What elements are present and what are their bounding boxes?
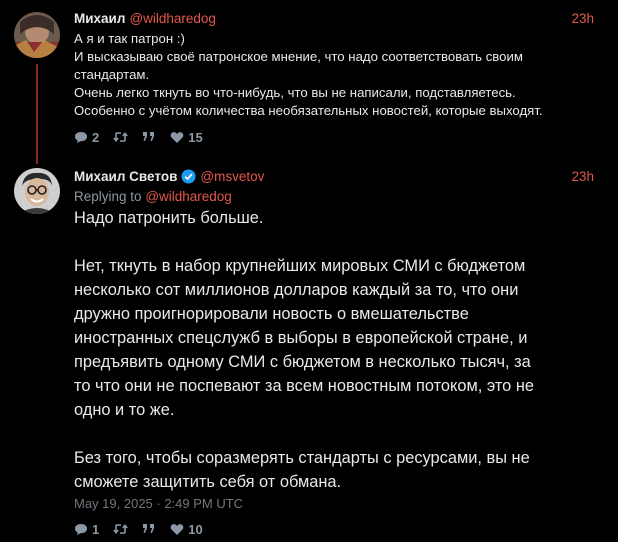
tweet-header: Михаил @wildharedog 23h bbox=[74, 10, 594, 28]
quote-button[interactable] bbox=[142, 131, 156, 143]
text-line: Нет, ткнуть в набор крупнейших мировых С… bbox=[74, 257, 526, 275]
retweet-icon bbox=[113, 132, 129, 142]
text-line: дружно проигнорировали новость о вмешате… bbox=[74, 305, 469, 323]
replying-handle[interactable]: @wildharedog bbox=[145, 189, 232, 204]
heart-icon bbox=[170, 131, 184, 143]
comment-icon bbox=[75, 523, 87, 535]
reply-count: 1 bbox=[92, 521, 100, 537]
text-line: иностранных спецслужб в выборы в европей… bbox=[74, 329, 528, 347]
tweet-text: Надо патронить больше. Нет, ткнуть в наб… bbox=[74, 206, 594, 494]
text-line: одно и то же. bbox=[74, 401, 175, 419]
text-line: И высказываю своё патронское мнение, что… bbox=[74, 49, 523, 64]
text-line: Особенно с учётом количества необязатель… bbox=[74, 103, 543, 118]
tweet-text: А я и так патрон :) И высказываю своё па… bbox=[74, 30, 604, 120]
comment-icon bbox=[75, 131, 87, 143]
text-line: то что они не поспевают за всем новостны… bbox=[74, 377, 535, 395]
like-count: 15 bbox=[188, 129, 203, 145]
like-button[interactable]: 15 bbox=[170, 129, 203, 145]
author-name[interactable]: Михаил Светов bbox=[74, 169, 177, 184]
text-line: стандартам. bbox=[74, 67, 150, 82]
text-line: предъявить одному СМИ с бюджетом в неско… bbox=[74, 353, 531, 371]
tweet-header: Михаил Светов @msvetov 23h bbox=[74, 168, 594, 186]
replying-to: Replying to @wildharedog bbox=[74, 188, 232, 206]
like-button[interactable]: 10 bbox=[170, 521, 203, 537]
replying-prefix: Replying to bbox=[74, 189, 142, 204]
tweet-parent: Михаил @wildharedog 23h А я и так патрон … bbox=[0, 0, 618, 160]
retweet-button[interactable] bbox=[113, 131, 129, 143]
avatar[interactable] bbox=[14, 168, 60, 214]
like-count: 10 bbox=[188, 521, 203, 537]
tweet-timestamp[interactable]: May 19, 2025 · 2:49 PM UTC bbox=[74, 496, 243, 512]
author-handle[interactable]: @msvetov bbox=[200, 169, 264, 184]
tweet-actions: 2 15 bbox=[74, 128, 217, 146]
text-line: несколько сот миллионов долларов каждый … bbox=[74, 281, 519, 299]
tweet-actions: 1 10 bbox=[74, 520, 217, 538]
avatar[interactable] bbox=[14, 12, 60, 58]
retweet-button[interactable] bbox=[113, 523, 129, 535]
text-line: Надо патронить больше. bbox=[74, 209, 264, 227]
text-line: Очень легко ткнуть во что-нибудь, что вы… bbox=[74, 85, 516, 100]
reply-count: 2 bbox=[92, 129, 100, 145]
text-line: сможете защитить себя от обмана. bbox=[74, 473, 342, 491]
verified-badge-icon bbox=[181, 169, 196, 184]
quote-icon bbox=[143, 524, 155, 533]
tweet-time[interactable]: 23h bbox=[571, 10, 594, 28]
reply-button[interactable]: 1 bbox=[74, 522, 99, 537]
quote-icon bbox=[143, 132, 155, 141]
tweet-time[interactable]: 23h bbox=[571, 168, 594, 186]
quote-button[interactable] bbox=[142, 523, 156, 535]
author-name[interactable]: Михаил bbox=[74, 11, 125, 26]
reply-button[interactable]: 2 bbox=[74, 130, 99, 145]
heart-icon bbox=[170, 523, 184, 535]
text-line: А я и так патрон :) bbox=[74, 31, 185, 46]
author-handle[interactable]: @wildharedog bbox=[129, 11, 216, 26]
retweet-icon bbox=[113, 524, 129, 534]
text-line: Без того, чтобы соразмерять стандарты с … bbox=[74, 449, 530, 467]
